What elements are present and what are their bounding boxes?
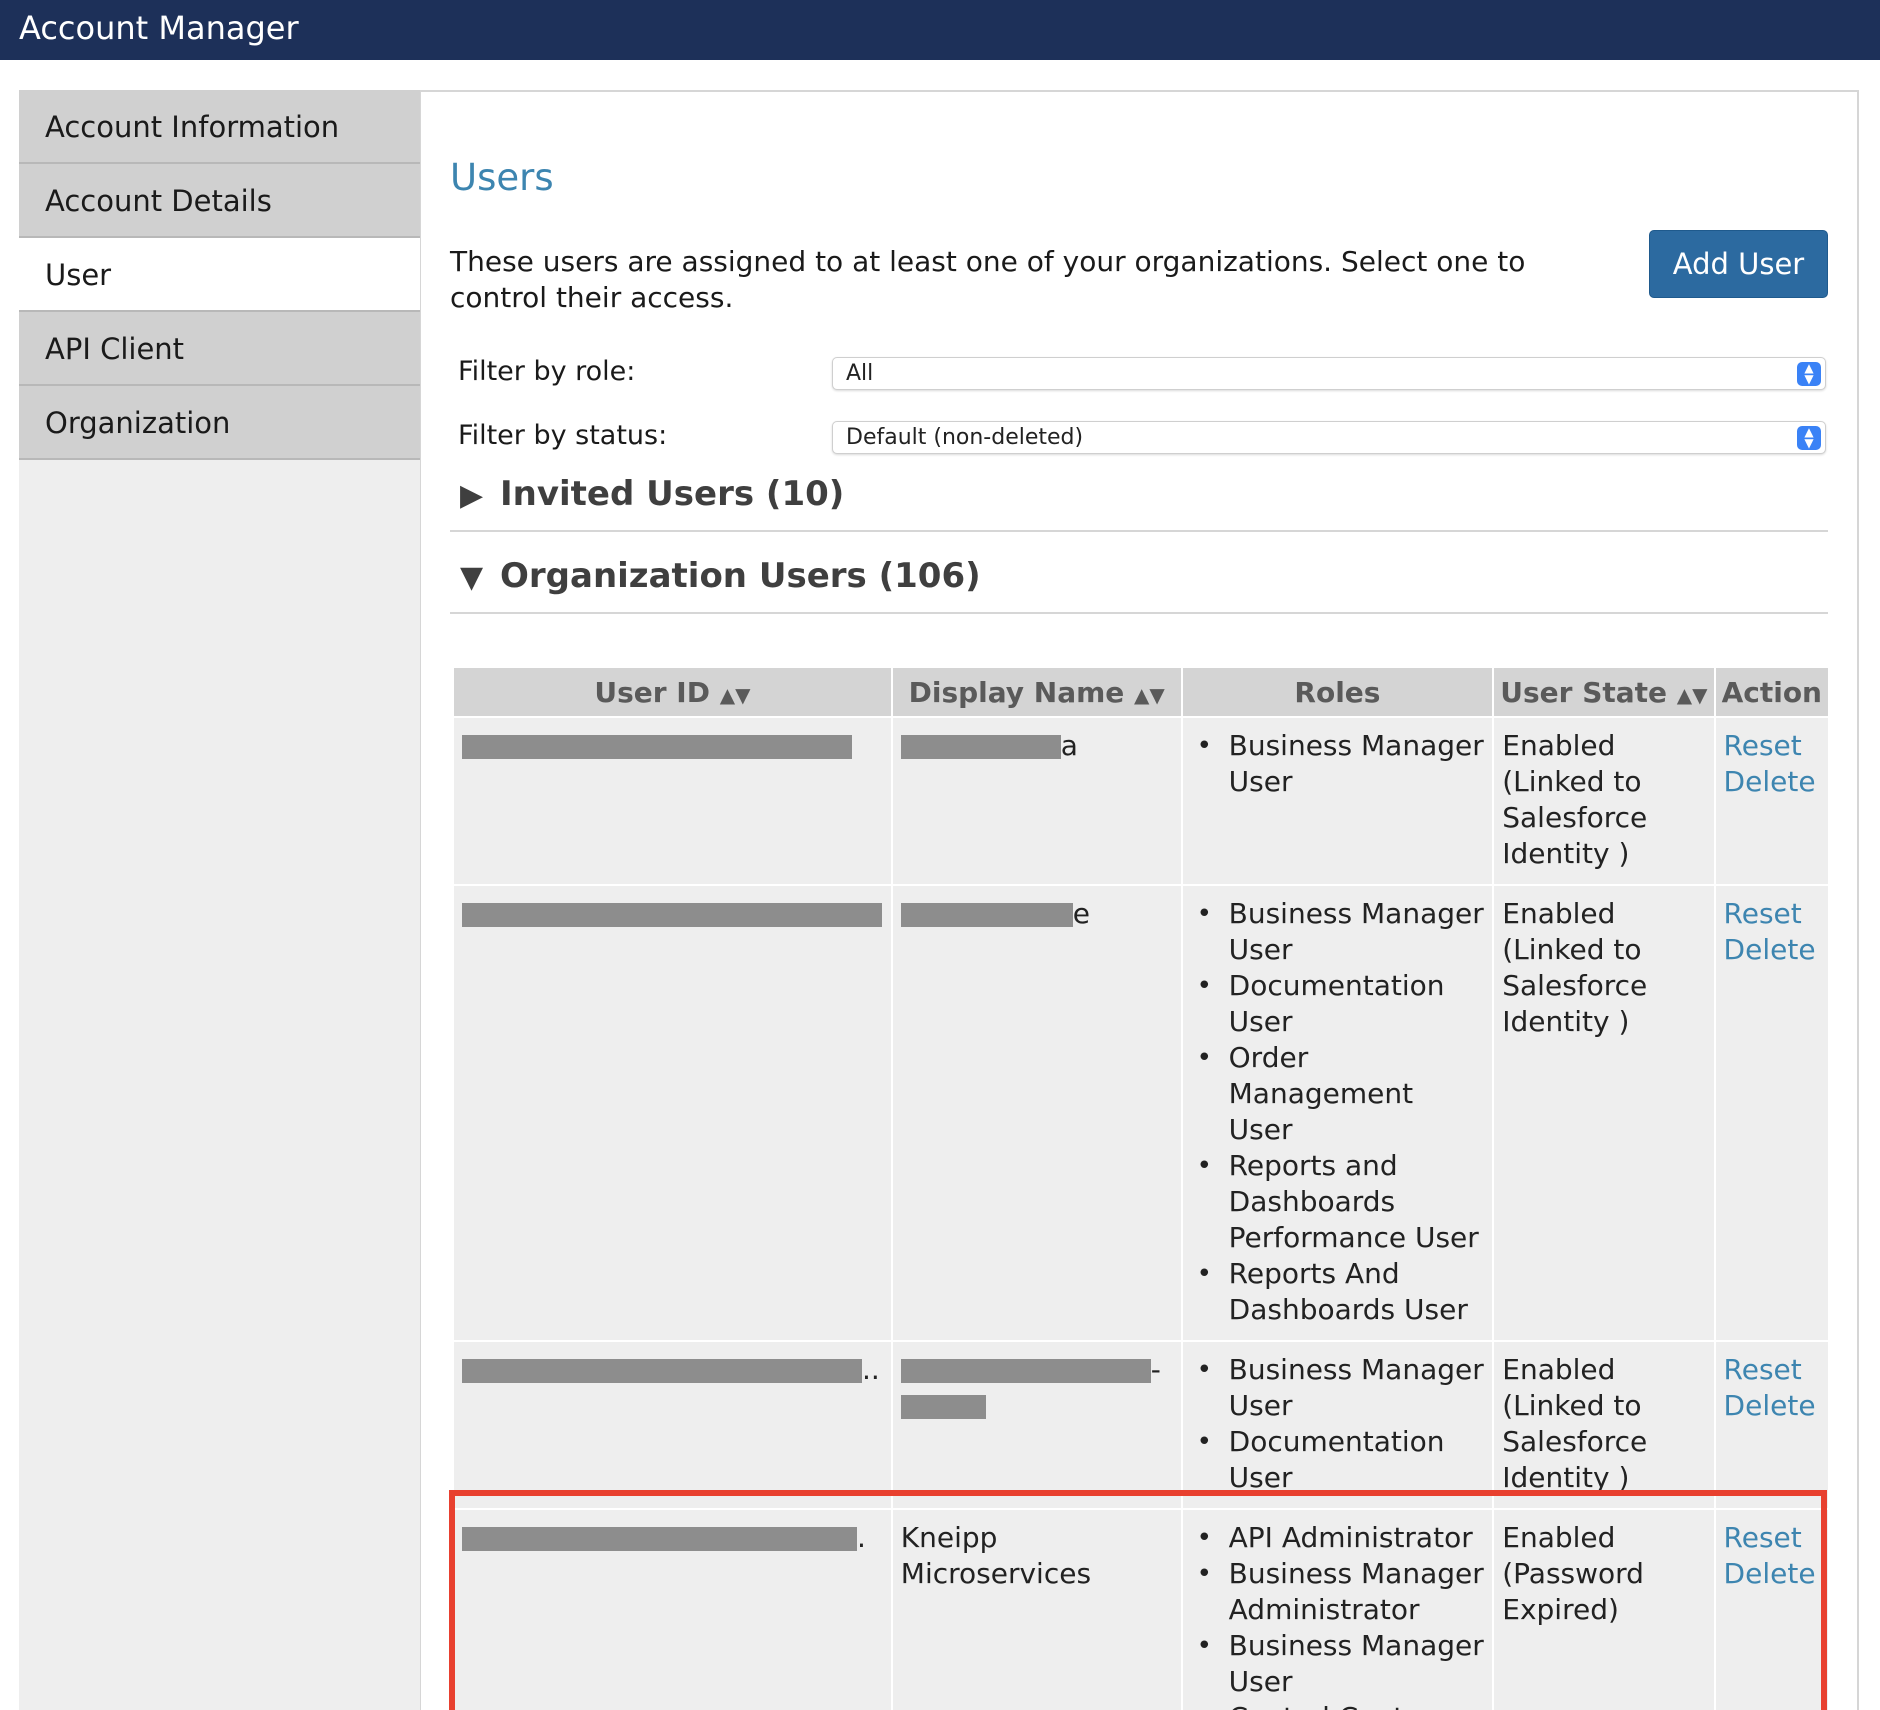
column-header-user-state[interactable]: User State ▲▼ xyxy=(1494,668,1714,716)
table-row: a Business Manager User Enabled (Linked … xyxy=(454,718,1828,884)
sidebar-item-user[interactable]: User xyxy=(19,238,420,312)
role-item: Business Manager User xyxy=(1191,728,1485,800)
filter-role-value: All xyxy=(846,361,874,386)
roles-cell: API Administrator Business Manager Admin… xyxy=(1182,1510,1493,1710)
sidebar-item-account-information[interactable]: Account Information xyxy=(19,90,420,164)
redacted-display-name xyxy=(900,1359,1151,1383)
role-item: Business Manager User xyxy=(1191,896,1485,968)
role-item: Business Manager User xyxy=(1191,1352,1485,1424)
table-header-row: User ID ▲▼ Display Name ▲▼ Roles User St… xyxy=(454,668,1828,716)
select-chevron-icon: ▲ ▼ xyxy=(1797,426,1821,450)
user-state-cell: Enabled (Linked to Salesforce Identity ) xyxy=(1494,718,1714,884)
sort-icon: ▲▼ xyxy=(719,682,751,707)
column-header-user-id[interactable]: User ID ▲▼ xyxy=(454,668,891,716)
roles-cell: Business Manager User Documentation User xyxy=(1182,1342,1493,1508)
action-cell: Reset Delete xyxy=(1715,1510,1828,1710)
top-bar: Account Manager xyxy=(0,0,1880,60)
delete-link[interactable]: Delete xyxy=(1724,1556,1820,1592)
filter-status-select[interactable]: Default (non-deleted) ▲ ▼ xyxy=(832,421,1826,454)
organization-users-heading: Organization Users (106) xyxy=(500,556,981,596)
reset-link[interactable]: Reset xyxy=(1724,896,1820,932)
redacted-user-id xyxy=(462,903,882,927)
column-header-roles: Roles xyxy=(1182,668,1493,716)
action-cell: Reset Delete xyxy=(1715,886,1828,1340)
role-item: Business Manager User xyxy=(1191,1628,1485,1700)
reset-link[interactable]: Reset xyxy=(1724,1520,1820,1556)
app-title: Account Manager xyxy=(19,9,299,47)
role-item: API Administrator xyxy=(1191,1520,1485,1556)
redacted-display-name xyxy=(900,903,1073,927)
page-description: These users are assigned to at least one… xyxy=(450,245,1526,314)
expand-triangle-icon: ▶ xyxy=(460,478,484,513)
table-row: . Kneipp Microservices API Administrator… xyxy=(454,1510,1828,1710)
column-header-action: Action xyxy=(1715,668,1828,716)
action-cell: Reset Delete xyxy=(1715,718,1828,884)
roles-cell: Business Manager User Documentation User… xyxy=(1182,886,1493,1340)
select-chevron-icon: ▲ ▼ xyxy=(1797,362,1821,386)
role-item: Documentation User xyxy=(1191,968,1485,1040)
redacted-user-id xyxy=(462,1527,857,1551)
roles-cell: Business Manager User xyxy=(1182,718,1493,884)
user-state-cell: Enabled (Linked to Salesforce Identity ) xyxy=(1494,886,1714,1340)
reset-link[interactable]: Reset xyxy=(1724,728,1820,764)
delete-link[interactable]: Delete xyxy=(1724,1388,1820,1424)
role-item: Reports and Dashboards Performance User xyxy=(1191,1148,1485,1256)
table-row: e Business Manager User Documentation Us… xyxy=(454,886,1828,1340)
sidebar-item-api-client[interactable]: API Client xyxy=(19,312,420,386)
user-id-cell[interactable] xyxy=(454,718,891,884)
sidebar-item-organization[interactable]: Organization xyxy=(19,386,420,460)
role-item: Business Manager Administrator xyxy=(1191,1556,1485,1628)
display-name-cell: e xyxy=(892,886,1181,1340)
redacted-display-name xyxy=(900,1395,986,1419)
filter-role-select[interactable]: All ▲ ▼ xyxy=(832,357,1826,390)
user-state-cell: Enabled (Password Expired) xyxy=(1494,1510,1714,1710)
table-row: .. - Business Manager User Documentation… xyxy=(454,1342,1828,1508)
delete-link[interactable]: Delete xyxy=(1724,932,1820,968)
add-user-button[interactable]: Add User xyxy=(1649,230,1828,298)
sort-icon: ▲▼ xyxy=(1134,682,1165,707)
sort-icon: ▲▼ xyxy=(1676,682,1708,707)
user-state-cell: Enabled (Linked to Salesforce Identity ) xyxy=(1494,1342,1714,1508)
delete-link[interactable]: Delete xyxy=(1724,764,1820,800)
organization-users-section[interactable]: ▼ Organization Users (106) xyxy=(450,556,1828,614)
display-name-cell: Kneipp Microservices xyxy=(892,1510,1181,1710)
users-table: User ID ▲▼ Display Name ▲▼ Roles User St… xyxy=(452,666,1830,1710)
filter-status-value: Default (non-deleted) xyxy=(846,425,1084,450)
role-item: Order Management User xyxy=(1191,1040,1485,1148)
collapse-triangle-icon: ▼ xyxy=(460,560,484,595)
action-cell: Reset Delete xyxy=(1715,1342,1828,1508)
filter-role-label: Filter by role: xyxy=(458,356,636,387)
role-item: Reports And Dashboards User xyxy=(1191,1256,1485,1328)
user-id-cell[interactable] xyxy=(454,886,891,1340)
redacted-display-name xyxy=(900,735,1061,759)
column-header-display-name[interactable]: Display Name ▲▼ xyxy=(892,668,1181,716)
user-id-cell[interactable]: .. xyxy=(454,1342,891,1508)
invited-users-section[interactable]: ▶ Invited Users (10) xyxy=(450,474,1828,532)
display-name-cell: a xyxy=(892,718,1181,884)
filter-status-label: Filter by status: xyxy=(458,420,668,451)
redacted-user-id xyxy=(462,735,852,759)
display-name-cell: - xyxy=(892,1342,1181,1508)
sidebar-item-account-details[interactable]: Account Details xyxy=(19,164,420,238)
invited-users-heading: Invited Users (10) xyxy=(500,474,845,514)
sidebar: Account Information Account Details User… xyxy=(19,90,421,1710)
reset-link[interactable]: Reset xyxy=(1724,1352,1820,1388)
redacted-user-id xyxy=(462,1359,862,1383)
role-item: Documentation User xyxy=(1191,1424,1485,1496)
page-title: Users xyxy=(450,156,554,199)
role-item: Control Center xyxy=(1191,1700,1485,1710)
user-id-cell[interactable]: . xyxy=(454,1510,891,1710)
